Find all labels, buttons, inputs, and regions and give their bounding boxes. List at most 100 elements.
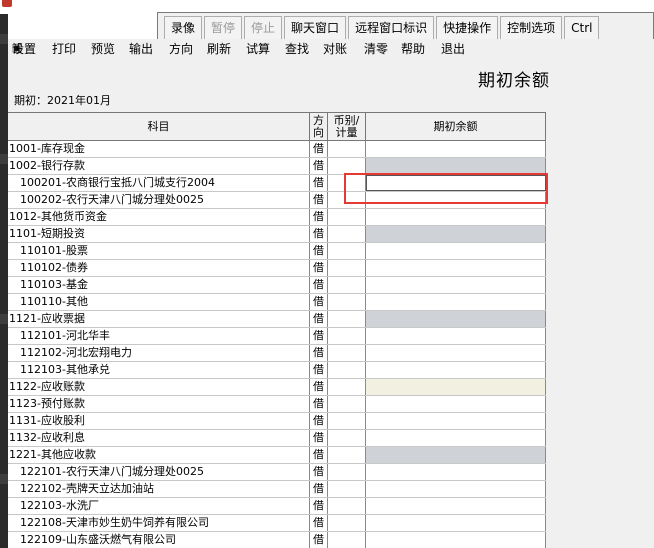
toolbar-button-3[interactable]: 聊天窗口 — [284, 16, 347, 40]
menu-item-5[interactable]: 刷新 — [207, 40, 231, 58]
currency-cell[interactable] — [328, 430, 366, 446]
menu-item-6[interactable]: 试算 — [246, 40, 270, 58]
currency-cell[interactable] — [328, 396, 366, 412]
direction-cell[interactable]: 借 — [310, 396, 328, 412]
direction-cell[interactable]: 借 — [310, 345, 328, 361]
direction-cell[interactable]: 借 — [310, 260, 328, 276]
balance-cell[interactable] — [366, 464, 546, 480]
currency-cell[interactable] — [328, 311, 366, 327]
direction-cell[interactable]: 借 — [310, 175, 328, 191]
table-row[interactable]: 122108-天津市妙生奶牛饲养有限公司借 — [8, 515, 546, 532]
menu-item-1[interactable]: 打印 — [52, 40, 76, 58]
currency-cell[interactable] — [328, 277, 366, 293]
balance-cell[interactable] — [366, 396, 546, 412]
toolbar-button-0[interactable]: 录像 — [164, 16, 203, 40]
balance-input[interactable] — [366, 175, 546, 191]
table-row[interactable]: 1122-应收账款借 — [8, 379, 546, 396]
currency-cell[interactable] — [328, 243, 366, 259]
currency-cell[interactable] — [328, 498, 366, 514]
currency-cell[interactable] — [328, 158, 366, 174]
menu-item-2[interactable]: 预览 — [91, 40, 115, 58]
menu-item-9[interactable]: 清零 — [364, 40, 388, 58]
menu-item-3[interactable]: 输出 — [129, 40, 153, 58]
currency-cell[interactable] — [328, 328, 366, 344]
direction-cell[interactable]: 借 — [310, 447, 328, 463]
balance-cell[interactable] — [366, 277, 546, 293]
table-row[interactable]: 1123-预付账款借 — [8, 396, 546, 413]
direction-cell[interactable]: 借 — [310, 362, 328, 378]
header-direction[interactable]: 方 向 — [310, 113, 328, 141]
currency-cell[interactable] — [328, 141, 366, 157]
table-row[interactable]: 110110-其他借 — [8, 294, 546, 311]
table-row[interactable]: 112101-河北华丰借 — [8, 328, 546, 345]
currency-cell[interactable] — [328, 175, 366, 191]
direction-cell[interactable]: 借 — [310, 192, 328, 208]
balance-cell[interactable] — [366, 379, 546, 395]
currency-cell[interactable] — [328, 226, 366, 242]
balance-cell[interactable] — [366, 532, 546, 548]
balance-cell[interactable] — [366, 430, 546, 446]
table-row[interactable]: 122102-壳牌天立达加油站借 — [8, 481, 546, 498]
table-row[interactable]: 1132-应收利息借 — [8, 430, 546, 447]
balance-cell[interactable] — [366, 311, 546, 327]
menu-item-0[interactable]: 设置 — [12, 40, 36, 58]
currency-cell[interactable] — [328, 464, 366, 480]
currency-cell[interactable] — [328, 515, 366, 531]
balance-cell[interactable] — [366, 328, 546, 344]
currency-cell[interactable] — [328, 192, 366, 208]
table-row[interactable]: 112103-其他承兑借 — [8, 362, 546, 379]
toolbar-button-5[interactable]: 快捷操作 — [436, 16, 499, 40]
currency-cell[interactable] — [328, 379, 366, 395]
direction-cell[interactable]: 借 — [310, 498, 328, 514]
direction-cell[interactable]: 借 — [310, 532, 328, 548]
direction-cell[interactable]: 借 — [310, 430, 328, 446]
table-row[interactable]: 1001-库存现金借 — [8, 141, 546, 158]
table-row[interactable]: 100201-农商银行宝抵八门城支行2004 借 — [8, 175, 546, 192]
balance-cell[interactable] — [366, 362, 546, 378]
currency-cell[interactable] — [328, 481, 366, 497]
currency-cell[interactable] — [328, 260, 366, 276]
table-row[interactable]: 110103-基金借 — [8, 277, 546, 294]
toolbar-button-2[interactable]: 停止 — [244, 16, 283, 40]
direction-cell[interactable]: 借 — [310, 141, 328, 157]
balance-cell[interactable] — [366, 158, 546, 174]
direction-cell[interactable]: 借 — [310, 515, 328, 531]
toolbar-button-6[interactable]: 控制选项 — [500, 16, 563, 40]
table-row[interactable]: 112102-河北宏翔电力借 — [8, 345, 546, 362]
toolbar-button-4[interactable]: 远程窗口标识 — [348, 16, 435, 40]
menu-item-7[interactable]: 查找 — [285, 40, 309, 58]
menu-item-4[interactable]: 方向 — [169, 40, 193, 58]
balance-cell[interactable] — [366, 515, 546, 531]
balance-cell[interactable] — [366, 243, 546, 259]
table-row[interactable]: 122103-水洗厂借 — [8, 498, 546, 515]
balance-cell[interactable] — [366, 192, 546, 208]
currency-cell[interactable] — [328, 209, 366, 225]
currency-cell[interactable] — [328, 413, 366, 429]
direction-cell[interactable]: 借 — [310, 464, 328, 480]
table-row[interactable]: 122101-农行天津八门城分理处0025 借 — [8, 464, 546, 481]
direction-cell[interactable]: 借 — [310, 413, 328, 429]
table-row[interactable]: 110102-债券借 — [8, 260, 546, 277]
direction-cell[interactable]: 借 — [310, 226, 328, 242]
direction-cell[interactable]: 借 — [310, 311, 328, 327]
table-row[interactable]: 1101-短期投资借 — [8, 226, 546, 243]
table-row[interactable]: 1012-其他货币资金借 — [8, 209, 546, 226]
table-row[interactable]: 1121-应收票据借 — [8, 311, 546, 328]
toolbar-button-1[interactable]: 暂停 — [204, 16, 243, 40]
balance-cell[interactable] — [366, 209, 546, 225]
currency-cell[interactable] — [328, 345, 366, 361]
direction-cell[interactable]: 借 — [310, 277, 328, 293]
balance-cell[interactable] — [366, 481, 546, 497]
currency-cell[interactable] — [328, 294, 366, 310]
currency-cell[interactable] — [328, 532, 366, 548]
balance-cell[interactable] — [366, 141, 546, 157]
direction-cell[interactable]: 借 — [310, 328, 328, 344]
table-row[interactable]: 1221-其他应收款借 — [8, 447, 546, 464]
header-opening-balance[interactable]: 期初余额 — [366, 113, 546, 141]
balance-cell[interactable] — [366, 226, 546, 242]
table-row[interactable]: 122109-山东盛沃燃气有限公司借 — [8, 532, 546, 548]
balance-cell[interactable] — [366, 447, 546, 463]
menu-item-10[interactable]: 帮助 — [401, 40, 425, 58]
direction-cell[interactable]: 借 — [310, 294, 328, 310]
direction-cell[interactable]: 借 — [310, 243, 328, 259]
